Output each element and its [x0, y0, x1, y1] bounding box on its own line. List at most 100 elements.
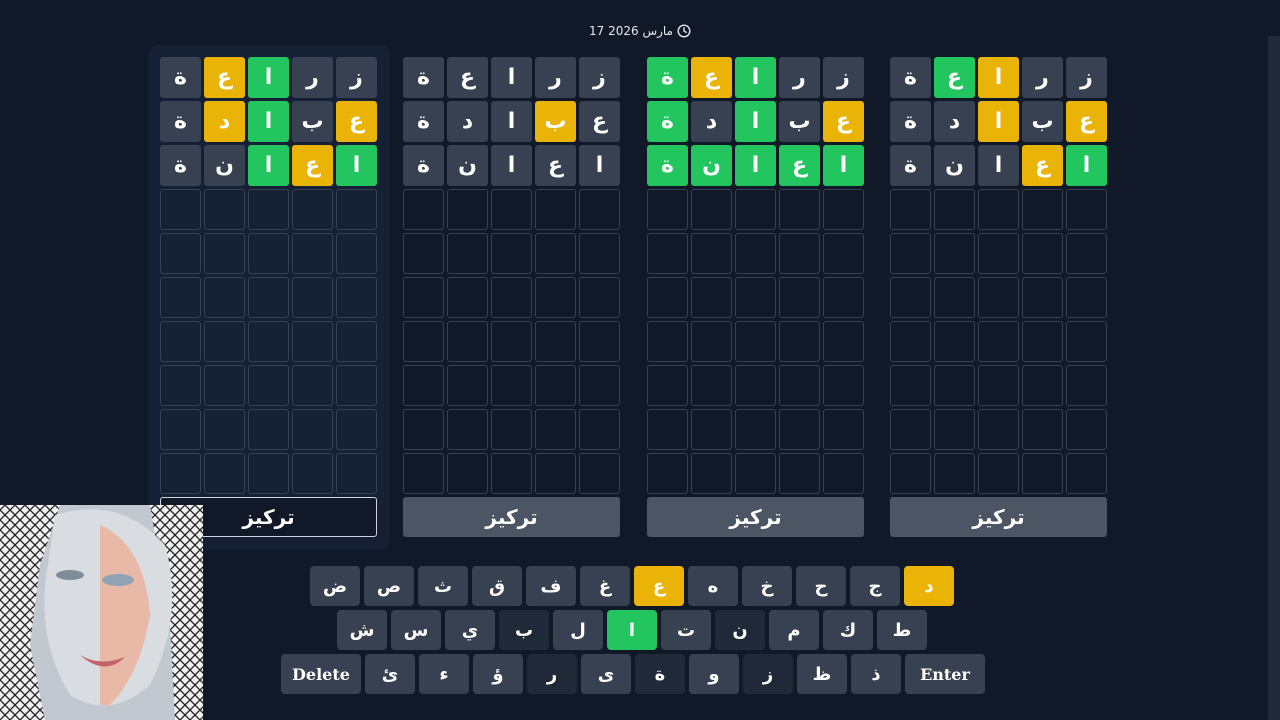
letter-key[interactable]: ي [445, 610, 495, 650]
empty-tile [735, 233, 776, 274]
focus-button[interactable]: تركيز [403, 497, 620, 537]
empty-tile [579, 409, 620, 450]
empty-tile [978, 277, 1019, 318]
delete-key[interactable]: Delete [281, 654, 361, 694]
letter-key[interactable]: ك [823, 610, 873, 650]
letter-tile: ة [160, 145, 201, 186]
focus-button[interactable]: تركيز [890, 497, 1107, 537]
board-grid: زراعةعبادةاعانة [890, 57, 1107, 494]
empty-tile [691, 409, 732, 450]
empty-tile [491, 233, 532, 274]
letter-tile: ا [823, 145, 864, 186]
letter-tile: ع [1066, 101, 1107, 142]
empty-tile [779, 189, 820, 230]
letter-key[interactable]: ج [850, 566, 900, 606]
letter-tile: ة [403, 145, 444, 186]
board-1: ز ر ا ع ة ع ب ا د ة ا ع ا ن ة تركيز [148, 45, 390, 550]
empty-tile [779, 453, 820, 494]
letter-key[interactable]: ت [661, 610, 711, 650]
empty-tile [735, 189, 776, 230]
empty-tile [691, 233, 732, 274]
letter-key[interactable]: ا [607, 610, 657, 650]
letter-key[interactable]: ب [499, 610, 549, 650]
letter-key[interactable]: ق [472, 566, 522, 606]
empty-tile [735, 409, 776, 450]
empty-tile [491, 277, 532, 318]
letter-key[interactable]: ة [635, 654, 685, 694]
empty-tile [1066, 365, 1107, 406]
letter-key[interactable]: ع [634, 566, 684, 606]
empty-tile [248, 409, 289, 450]
letter-key[interactable]: غ [580, 566, 630, 606]
letter-key[interactable]: ء [419, 654, 469, 694]
empty-tile [934, 189, 975, 230]
empty-tile [292, 409, 333, 450]
empty-tile [579, 277, 620, 318]
letter-key[interactable]: ظ [797, 654, 847, 694]
empty-tile [978, 453, 1019, 494]
letter-key[interactable]: ث [418, 566, 468, 606]
empty-tile [735, 277, 776, 318]
letter-key[interactable]: خ [742, 566, 792, 606]
letter-tile: ا [735, 145, 776, 186]
letter-tile: ع [447, 57, 488, 98]
letter-tile: ا [491, 145, 532, 186]
letter-key[interactable]: س [391, 610, 441, 650]
letter-tile: ر [535, 57, 576, 98]
empty-tile [535, 189, 576, 230]
letter-key[interactable]: ش [337, 610, 387, 650]
scrollbar-track[interactable] [1268, 36, 1280, 720]
focus-button[interactable]: تركيز [647, 497, 864, 537]
empty-tile [535, 233, 576, 274]
letter-key[interactable]: ض [310, 566, 360, 606]
empty-tile [823, 409, 864, 450]
letter-tile: ز [579, 57, 620, 98]
empty-tile [160, 321, 201, 362]
letter-key[interactable]: د [904, 566, 954, 606]
letter-key[interactable]: ز [743, 654, 793, 694]
empty-tile [647, 277, 688, 318]
letter-key[interactable]: ص [364, 566, 414, 606]
empty-tile [823, 277, 864, 318]
empty-tile [403, 409, 444, 450]
empty-tile [447, 453, 488, 494]
letter-tile: ع [823, 101, 864, 142]
empty-tile [647, 453, 688, 494]
empty-tile [535, 453, 576, 494]
empty-tile [579, 233, 620, 274]
empty-tile [735, 365, 776, 406]
letter-key[interactable]: ى [581, 654, 631, 694]
empty-tile [403, 277, 444, 318]
enter-key[interactable]: Enter [905, 654, 985, 694]
empty-tile [336, 233, 377, 274]
empty-tile [1022, 453, 1063, 494]
empty-tile [779, 233, 820, 274]
empty-tile [292, 453, 333, 494]
empty-tile [403, 321, 444, 362]
letter-key[interactable]: ل [553, 610, 603, 650]
letter-key[interactable]: ذ [851, 654, 901, 694]
letter-key[interactable]: ن [715, 610, 765, 650]
empty-tile [491, 189, 532, 230]
webcam-overlay-image [0, 505, 203, 720]
empty-tile [491, 409, 532, 450]
empty-tile [160, 365, 201, 406]
empty-tile [1066, 189, 1107, 230]
letter-key[interactable]: ح [796, 566, 846, 606]
letter-key[interactable]: و [689, 654, 739, 694]
letter-key[interactable]: ف [526, 566, 576, 606]
letter-key[interactable]: ئ [365, 654, 415, 694]
letter-tile: ة [647, 101, 688, 142]
empty-tile [735, 321, 776, 362]
empty-tile [1022, 321, 1063, 362]
letter-key[interactable]: ط [877, 610, 927, 650]
empty-tile [447, 189, 488, 230]
letter-key[interactable]: م [769, 610, 819, 650]
empty-tile [491, 453, 532, 494]
empty-tile [160, 453, 201, 494]
letter-key[interactable]: ر [527, 654, 577, 694]
letter-key[interactable]: ؤ [473, 654, 523, 694]
empty-tile [691, 365, 732, 406]
letter-key[interactable]: ه [688, 566, 738, 606]
board-4: ز ر ا ع ة ع ب ا د ة ا ع ا ن ة تركيز [878, 45, 1120, 550]
